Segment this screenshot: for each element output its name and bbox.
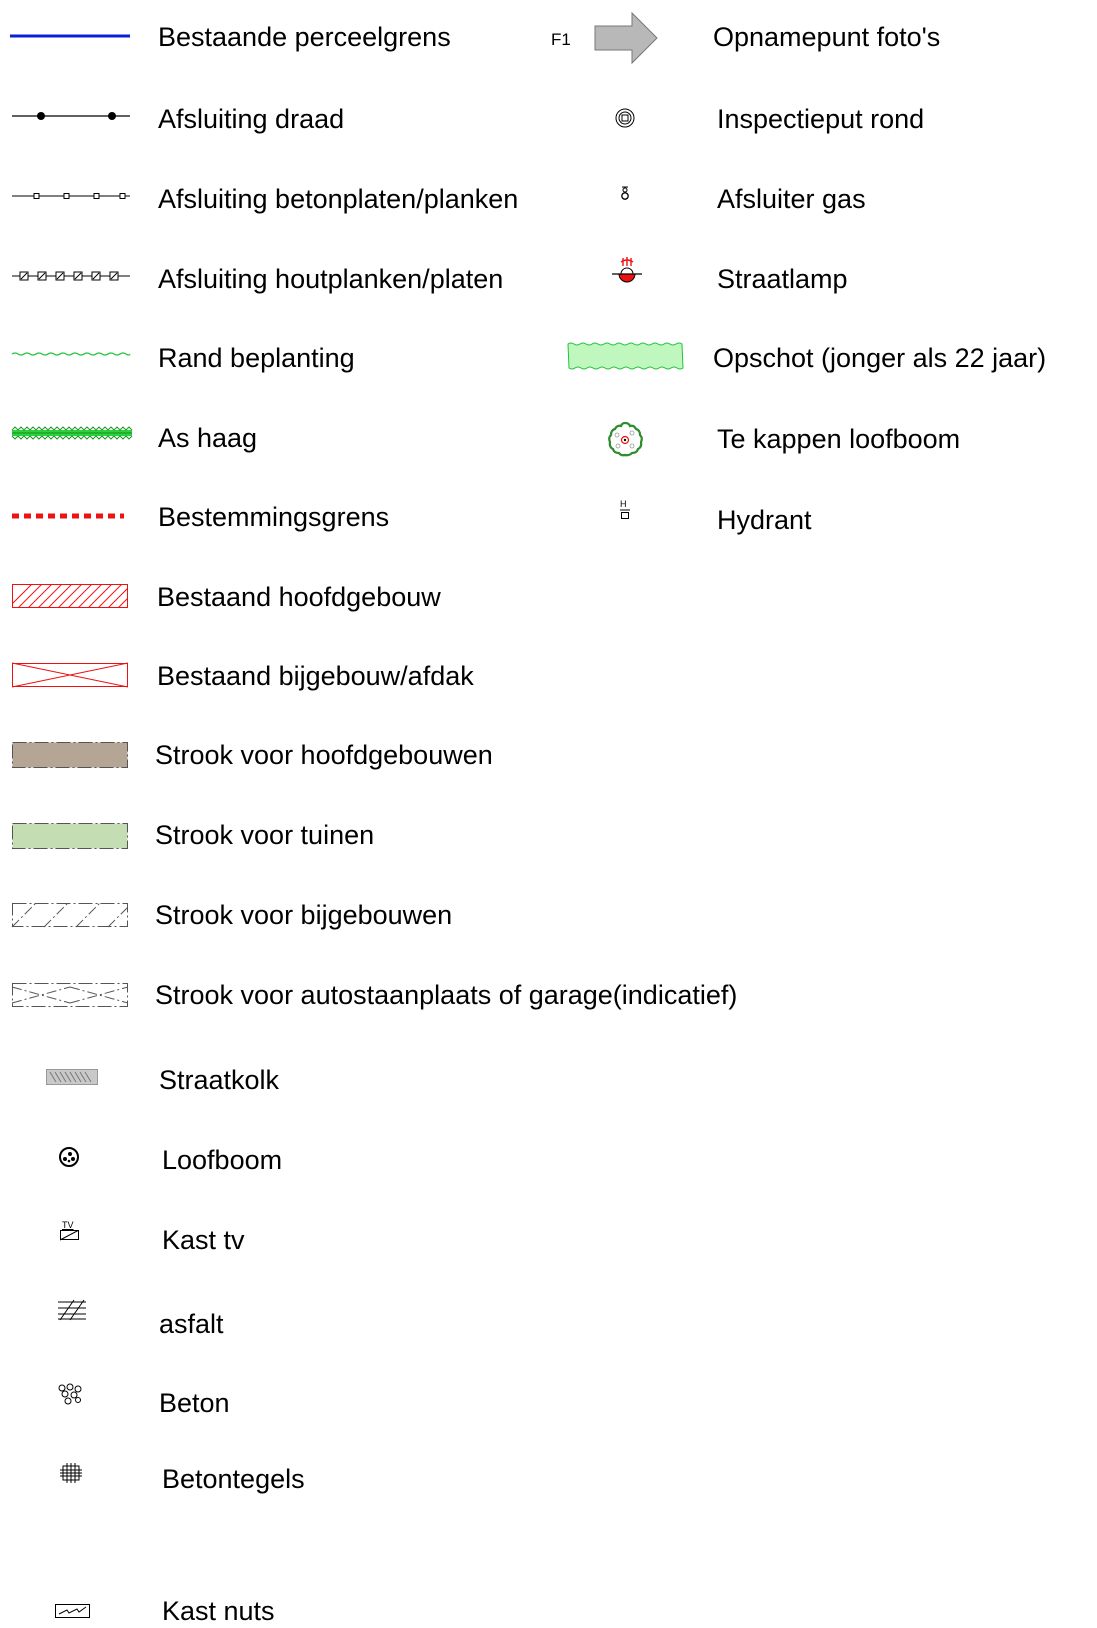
legend-label-kastnuts: Kast nuts (162, 1596, 275, 1626)
garden-strip-icon (12, 823, 128, 849)
legend-label-gas: Afsluiter gas (717, 184, 866, 214)
crossed-building-icon (11, 662, 129, 688)
hydrant-code: H (620, 499, 627, 509)
legend-label-draad: Afsluiting draad (158, 104, 345, 134)
legend-label-foto: Opnamepunt foto's (713, 22, 941, 52)
legend-label-opschot: Opschot (jonger als 22 jaar) (713, 343, 1047, 373)
concrete-fence-icon (12, 193, 130, 199)
legend-label-haag: As haag (158, 423, 258, 453)
legend-label-bestemming: Bestemmingsgrens (158, 502, 390, 532)
hydrant-icon: H (617, 499, 633, 525)
photo-arrow-icon (594, 11, 658, 65)
legend-label-betonplaten: Afsluiting betonplaten/planken (158, 184, 519, 214)
manhole-icon (615, 108, 635, 128)
deciduous-tree-icon (59, 1147, 79, 1167)
tree-to-fell-icon (608, 421, 643, 457)
legend-label-perceelgrens: Bestaande perceelgrens (158, 22, 451, 52)
tv-code: TV (62, 1220, 74, 1230)
photo-point-code: F1 (551, 30, 571, 49)
legend-label-bijgebouw: Bestaand bijgebouw/afdak (157, 661, 474, 691)
legend-label-strook-tuin: Strook voor tuinen (155, 820, 375, 850)
street-lamp-icon (612, 257, 642, 283)
blue-line-icon (10, 34, 130, 38)
wire-fence-icon (12, 112, 130, 120)
legend-label-kappen: Te kappen loofboom (717, 424, 961, 454)
legend-label-strook-auto: Strook voor autostaanplaats of garage(in… (155, 980, 738, 1010)
planting-edge-icon (11, 352, 131, 356)
utility-cabinet-icon (55, 1604, 90, 1618)
legend-label-hoofdgebouw: Bestaand hoofdgebouw (157, 582, 441, 612)
legend-label-beton: Beton (159, 1388, 230, 1418)
young-growth-icon (567, 342, 684, 370)
legend-label-strook-bij: Strook voor bijgebouwen (155, 900, 453, 930)
gas-valve-icon (621, 186, 629, 200)
legend-label-asfalt: asfalt (159, 1309, 224, 1339)
legend-label-straatkolk: Straatkolk (159, 1065, 280, 1095)
legend-label-strook-hoofd: Strook voor hoofdgebouwen (155, 740, 493, 770)
legend-label-loofboom: Loofboom (162, 1145, 283, 1175)
legend-label-kasttv: Kast tv (162, 1225, 245, 1255)
asphalt-icon (58, 1299, 86, 1321)
main-building-strip-icon (12, 742, 128, 768)
legend-label-lamp: Straatlamp (717, 264, 848, 294)
wood-fence-icon (12, 271, 130, 281)
legend-page: { "legend": { "left": [ {"key":"perceelg… (0, 0, 1097, 1626)
hedge-icon (11, 426, 133, 440)
annex-strip-icon (11, 902, 129, 928)
legend-label-put: Inspectieput rond (717, 104, 925, 134)
parking-strip-icon (11, 983, 129, 1007)
hatched-building-icon (12, 584, 128, 608)
legend-label-rand: Rand beplanting (158, 343, 355, 373)
gully-icon (46, 1069, 98, 1085)
tv-cabinet-icon: TV (58, 1220, 84, 1242)
legend-label-hydrant: Hydrant (717, 505, 812, 535)
zoning-boundary-icon (12, 513, 124, 519)
concrete-tiles-icon (60, 1463, 82, 1483)
legend-label-betontegels: Betontegels (162, 1464, 305, 1494)
legend-label-houtplanken: Afsluiting houtplanken/platen (158, 264, 504, 294)
concrete-icon (58, 1383, 82, 1405)
